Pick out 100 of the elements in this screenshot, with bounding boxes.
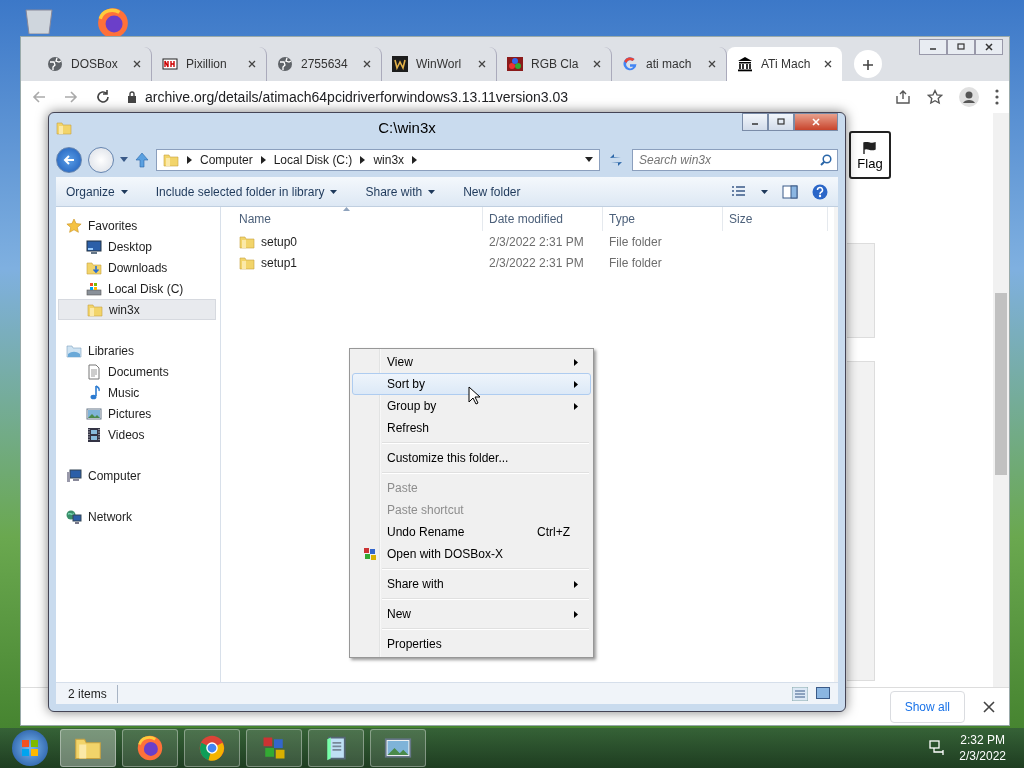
document-icon bbox=[86, 363, 102, 380]
reload-icon[interactable] bbox=[95, 89, 111, 105]
picture-view-icon[interactable] bbox=[816, 686, 830, 699]
nav-item[interactable]: Downloads bbox=[58, 257, 216, 278]
nav-item[interactable]: Videos bbox=[58, 424, 216, 445]
nav-item[interactable]: Favorites bbox=[58, 215, 216, 236]
maximize-button[interactable] bbox=[768, 113, 794, 131]
folder-icon bbox=[56, 120, 72, 136]
file-name[interactable]: setup0 bbox=[221, 232, 483, 251]
menu-item[interactable]: Open with DOSBox-X bbox=[352, 543, 591, 565]
column-header[interactable]: Size bbox=[723, 207, 828, 231]
column-header[interactable]: Date modified bbox=[483, 207, 603, 231]
scrollbar[interactable] bbox=[993, 113, 1009, 687]
flag-button[interactable]: Flag bbox=[849, 131, 891, 179]
monitor-icon bbox=[86, 238, 102, 255]
chevron-icon bbox=[187, 156, 192, 164]
menu-icon[interactable] bbox=[995, 89, 999, 105]
taskbar-button[interactable] bbox=[60, 729, 116, 767]
globe-icon bbox=[277, 56, 293, 72]
nav-item[interactable]: Desktop bbox=[58, 236, 216, 257]
browser-tab[interactable]: ATi Mach bbox=[727, 47, 842, 81]
star-icon[interactable] bbox=[927, 89, 943, 105]
nav-item[interactable]: Documents bbox=[58, 361, 216, 382]
menu-item[interactable]: View bbox=[352, 351, 591, 373]
taskbar-button[interactable] bbox=[370, 729, 426, 767]
minimize-button[interactable] bbox=[919, 39, 947, 55]
browser-logo-icon bbox=[136, 734, 164, 762]
toolbar-button[interactable]: Include selected folder in library bbox=[155, 182, 338, 201]
breadcrumb-item[interactable]: Computer bbox=[200, 151, 253, 169]
toolbar-button[interactable]: New folder bbox=[463, 182, 521, 201]
nav-item[interactable]: Computer bbox=[58, 465, 216, 486]
nav-item[interactable]: Network bbox=[58, 506, 216, 527]
table-cell-text: File folder bbox=[608, 254, 663, 272]
back-button[interactable] bbox=[56, 147, 82, 173]
caret-icon[interactable] bbox=[761, 189, 768, 194]
taskbar-button[interactable] bbox=[308, 729, 364, 767]
clock[interactable]: 2:32 PM 2/3/2022 bbox=[959, 731, 1006, 765]
submenu-arrow-icon bbox=[574, 580, 578, 588]
network-icon bbox=[66, 508, 82, 525]
status-text: 2 items bbox=[68, 684, 118, 703]
show-all-button[interactable]: Show all bbox=[889, 690, 965, 723]
dropdown-arrow-icon[interactable] bbox=[585, 157, 593, 163]
table-cell-text: 2/3/2022 2:31 PM bbox=[488, 233, 585, 251]
scrollbar-thumb[interactable] bbox=[995, 293, 1007, 475]
lock-icon bbox=[127, 91, 137, 103]
share-icon[interactable] bbox=[895, 89, 911, 105]
folder-icon bbox=[239, 233, 255, 250]
close-icon bbox=[984, 42, 994, 52]
menu-item[interactable]: Undo Rename Ctrl+Z bbox=[352, 521, 591, 543]
close-button[interactable] bbox=[975, 39, 1003, 55]
menu-item[interactable]: Share with bbox=[352, 573, 591, 595]
mouse-cursor-icon bbox=[468, 386, 480, 405]
nav-item[interactable]: Pictures bbox=[58, 403, 216, 424]
building-icon bbox=[737, 56, 753, 72]
windows-logo-icon bbox=[21, 739, 39, 757]
window-title: C:\win3x bbox=[377, 117, 437, 138]
close-icon bbox=[478, 60, 486, 68]
menu-item[interactable]: Sort by bbox=[352, 373, 591, 395]
preview-pane-icon[interactable] bbox=[782, 184, 798, 199]
column-header[interactable]: Type bbox=[603, 207, 723, 231]
menu-item[interactable]: Group by bbox=[352, 395, 591, 417]
toolbar-button[interactable]: Organize bbox=[66, 182, 128, 201]
toolbar-button[interactable]: Share with bbox=[365, 182, 436, 201]
nav-item[interactable]: Libraries bbox=[58, 340, 216, 361]
search-field[interactable]: Search win3x bbox=[632, 149, 838, 171]
scrollbar[interactable] bbox=[834, 207, 838, 682]
minimize-button[interactable] bbox=[742, 113, 768, 131]
forward-button[interactable] bbox=[88, 147, 114, 173]
help-icon[interactable] bbox=[812, 183, 828, 200]
maximize-icon bbox=[956, 42, 966, 52]
nav-item[interactable]: Music bbox=[58, 382, 216, 403]
close-icon bbox=[983, 701, 995, 714]
taskbar-button[interactable] bbox=[246, 729, 302, 767]
new-tab-button[interactable] bbox=[854, 50, 882, 78]
network-icon[interactable] bbox=[929, 740, 946, 756]
plus-icon bbox=[862, 59, 874, 72]
flag-icon bbox=[863, 141, 877, 154]
start-button[interactable] bbox=[12, 730, 48, 766]
maximize-button[interactable] bbox=[947, 39, 975, 55]
picture-icon bbox=[86, 405, 102, 422]
file-name[interactable]: setup1 bbox=[221, 253, 483, 272]
clock-date: 2/3/2022 bbox=[959, 748, 1006, 765]
breadcrumb-item[interactable]: Local Disk (C:) bbox=[273, 151, 353, 169]
profile-icon[interactable] bbox=[959, 87, 979, 107]
address-bar[interactable]: Computer Local Disk (C:) win3x bbox=[156, 149, 600, 171]
nav-item[interactable]: win3x bbox=[58, 299, 216, 320]
taskbar-button[interactable] bbox=[184, 729, 240, 767]
chevron-icon bbox=[412, 156, 418, 164]
star-icon bbox=[66, 217, 82, 234]
breadcrumb-item[interactable]: win3x bbox=[373, 151, 405, 169]
view-list-icon[interactable] bbox=[731, 184, 747, 199]
menu-item[interactable]: Refresh bbox=[352, 417, 591, 439]
taskbar-button[interactable] bbox=[122, 729, 178, 767]
nav-item[interactable]: Local Disk (C) bbox=[58, 278, 216, 299]
menu-item[interactable]: New bbox=[352, 603, 591, 625]
clock-time: 2:32 PM bbox=[959, 731, 1006, 748]
menu-item[interactable]: Customize this folder... bbox=[352, 447, 591, 469]
chevron-icon bbox=[260, 156, 266, 164]
column-header[interactable]: Name bbox=[221, 207, 483, 231]
menu-item[interactable]: Properties bbox=[352, 633, 591, 655]
